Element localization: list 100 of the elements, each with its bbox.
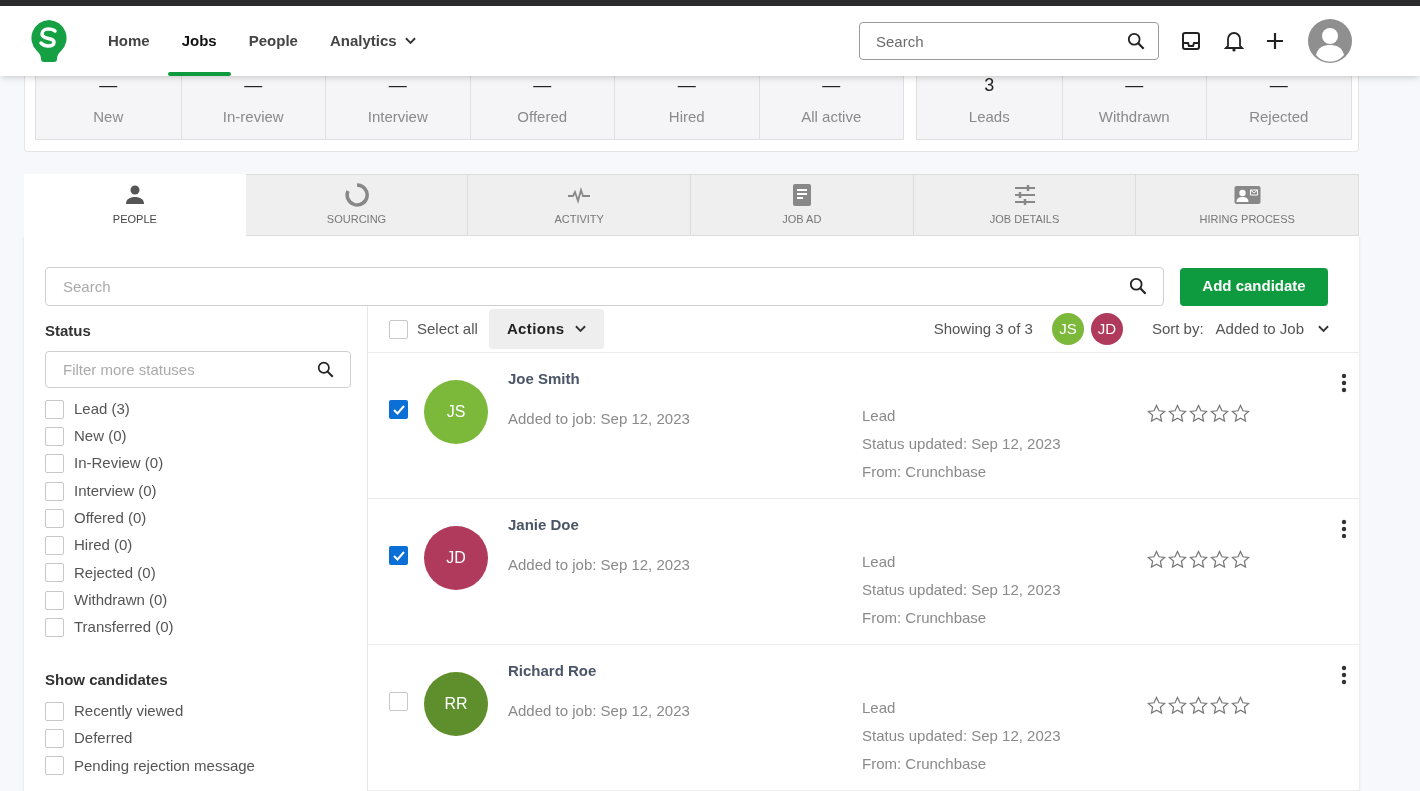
checkbox-label[interactable]: Deferred	[74, 727, 133, 750]
sort-dropdown[interactable]: Added to Job	[1215, 317, 1329, 341]
checkbox-label[interactable]: Transferred (0)	[74, 616, 174, 639]
nav-tab[interactable]: Analytics	[315, 6, 430, 76]
star-icon[interactable]	[1231, 404, 1250, 423]
added-date: Added to job: Sep 12, 2023	[508, 408, 691, 429]
more-options-icon[interactable]	[1341, 519, 1347, 539]
star-icon[interactable]	[1168, 404, 1187, 423]
checkbox-label[interactable]: Rejected (0)	[74, 561, 156, 585]
star-icon[interactable]	[1147, 550, 1166, 569]
more-options-icon[interactable]	[1341, 373, 1347, 393]
candidate-status: Lead	[862, 698, 897, 718]
star-icon[interactable]	[1189, 696, 1208, 715]
plus-icon[interactable]	[1266, 32, 1284, 50]
candidate-name[interactable]: Richard Roe	[508, 660, 597, 683]
candidate-source: From: Crunchbase	[862, 754, 988, 774]
search-field[interactable]: Search	[859, 22, 1159, 60]
checkbox[interactable]	[45, 729, 64, 749]
logo-icon[interactable]	[30, 19, 68, 63]
checkbox-label[interactable]: Pending rejection message	[74, 754, 255, 778]
star-icon[interactable]	[1231, 550, 1250, 569]
checkmark-icon	[392, 550, 405, 561]
checkbox-label[interactable]: Interview (0)	[74, 479, 157, 503]
added-date: Added to job: Sep 12, 2023	[508, 554, 691, 575]
star-icon[interactable]	[1189, 404, 1208, 423]
select-all-label[interactable]: Select all	[417, 317, 478, 341]
sliders-icon	[1012, 182, 1037, 207]
checkbox-label[interactable]: Offered (0)	[74, 507, 147, 530]
stage-count: —	[677, 76, 696, 94]
stage-count: —	[99, 76, 118, 94]
section-title: Show candidates	[45, 670, 169, 691]
checkbox[interactable]	[45, 454, 64, 474]
star-icon[interactable]	[1147, 696, 1166, 715]
tab[interactable]: ACTIVITY	[468, 174, 691, 236]
checkbox[interactable]	[45, 399, 64, 419]
checkmark-icon	[392, 404, 405, 415]
checkbox-label[interactable]: Recently viewed	[74, 700, 184, 723]
checkbox[interactable]	[45, 618, 64, 637]
tab[interactable]: PEOPLE	[24, 174, 246, 236]
avatar: JD	[1090, 313, 1123, 345]
bell-icon[interactable]	[1224, 30, 1244, 52]
checkbox-label[interactable]: In-Review (0)	[74, 452, 164, 475]
avatar[interactable]: RR	[424, 672, 488, 736]
checkbox[interactable]	[45, 426, 64, 446]
inbox-icon[interactable]	[1181, 31, 1201, 51]
stage-count: 3	[984, 76, 995, 94]
checkbox-label[interactable]: Lead (3)	[74, 397, 130, 421]
star-icon[interactable]	[1210, 404, 1229, 423]
star-icon[interactable]	[1147, 404, 1166, 423]
star-icon[interactable]	[1210, 696, 1229, 715]
tab[interactable]: JOB DETAILS	[913, 174, 1137, 236]
checkbox[interactable]	[45, 536, 64, 556]
checkbox[interactable]	[45, 508, 64, 528]
checkbox[interactable]	[45, 701, 64, 721]
more-options-icon[interactable]	[1341, 665, 1347, 685]
candidate-source: From: Crunchbase	[862, 608, 988, 628]
checkbox-label[interactable]: Hired (0)	[74, 534, 133, 557]
checkbox[interactable]	[45, 481, 64, 501]
actions-button[interactable]: Actions	[488, 309, 604, 349]
tab[interactable]: JOB AD	[691, 174, 914, 236]
avatar-icon[interactable]	[1308, 19, 1352, 63]
checkbox-label[interactable]: New (0)	[74, 425, 127, 448]
checkbox[interactable]	[45, 756, 64, 776]
stage-count: —	[244, 76, 263, 94]
avatar[interactable]: JD	[424, 526, 488, 590]
nav-tab[interactable]: People	[234, 6, 312, 76]
nav-tab[interactable]: Jobs	[167, 6, 231, 76]
chevron-down-icon	[1318, 325, 1329, 333]
candidate-name[interactable]: Joe Smith	[508, 368, 580, 391]
candidate-source: From: Crunchbase	[862, 462, 988, 482]
checkbox-label[interactable]: Withdrawn (0)	[74, 588, 168, 612]
search-icon	[317, 360, 334, 378]
tab[interactable]: SOURCING	[245, 174, 469, 236]
status-updated-date: Status updated: Sep 12, 2023	[862, 580, 1062, 600]
stage-count: —	[822, 76, 841, 94]
star-icon[interactable]	[1231, 696, 1250, 715]
star-icon[interactable]	[1168, 696, 1187, 715]
stage-count: —	[533, 76, 552, 94]
filter-field[interactable]: Filter more statuses	[45, 350, 351, 388]
search-icon	[1127, 32, 1145, 50]
star-icon[interactable]	[1189, 550, 1208, 569]
checkbox[interactable]	[45, 563, 64, 583]
status-updated-date: Status updated: Sep 12, 2023	[862, 726, 1062, 746]
candidate-status: Lead	[862, 406, 897, 426]
checkbox[interactable]	[389, 400, 408, 419]
star-icon[interactable]	[1168, 550, 1187, 569]
section-title: Status	[45, 321, 92, 341]
star-icon[interactable]	[1210, 550, 1229, 569]
checkbox[interactable]	[389, 546, 408, 565]
tab[interactable]: HIRING PROCESS	[1136, 174, 1360, 236]
nav-tab[interactable]: Home	[94, 6, 164, 76]
search-field[interactable]: Search	[45, 267, 1164, 306]
add-candidate-button[interactable]: Add candidate	[1180, 267, 1328, 306]
candidate-name[interactable]: Janie Doe	[508, 514, 579, 537]
checkbox[interactable]	[45, 590, 64, 610]
stage-count: —	[1125, 76, 1144, 94]
search-icon	[1129, 277, 1147, 295]
checkbox[interactable]	[389, 319, 408, 339]
checkbox[interactable]	[389, 692, 408, 711]
candidate-status: Lead	[862, 552, 897, 572]
